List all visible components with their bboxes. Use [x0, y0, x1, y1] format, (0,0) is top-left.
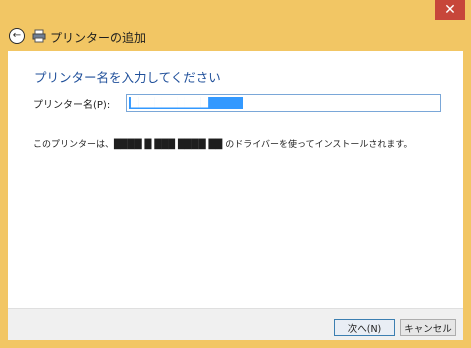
add-printer-window: ✕ ← プリンターの追加 プリンター名を入力してください プリンター名(P): …	[0, 0, 471, 348]
printer-name-value: ██████████	[129, 97, 243, 109]
next-button[interactable]: 次へ(N)	[334, 319, 395, 336]
back-button[interactable]: ←	[9, 28, 25, 44]
page-heading: プリンター名を入力してください	[34, 70, 221, 85]
content-panel: プリンター名を入力してください プリンター名(P): ██████████ この…	[8, 51, 463, 308]
back-arrow-icon: ←	[12, 30, 22, 41]
window-title: プリンターの追加	[50, 31, 147, 45]
close-button[interactable]: ✕	[435, 0, 465, 20]
printer-name-label: プリンター名(P):	[33, 100, 111, 111]
printer-name-input[interactable]: ██████████	[126, 94, 441, 112]
printer-icon	[32, 29, 46, 43]
wizard-header: ← プリンターの追加	[0, 24, 471, 50]
cancel-button[interactable]: キャンセル	[400, 319, 456, 336]
driver-info-text: このプリンターは、████ █ ███ ████ ██ のドライバーを使ってイン…	[33, 140, 413, 150]
wizard-footer: 次へ(N) キャンセル	[8, 308, 463, 340]
